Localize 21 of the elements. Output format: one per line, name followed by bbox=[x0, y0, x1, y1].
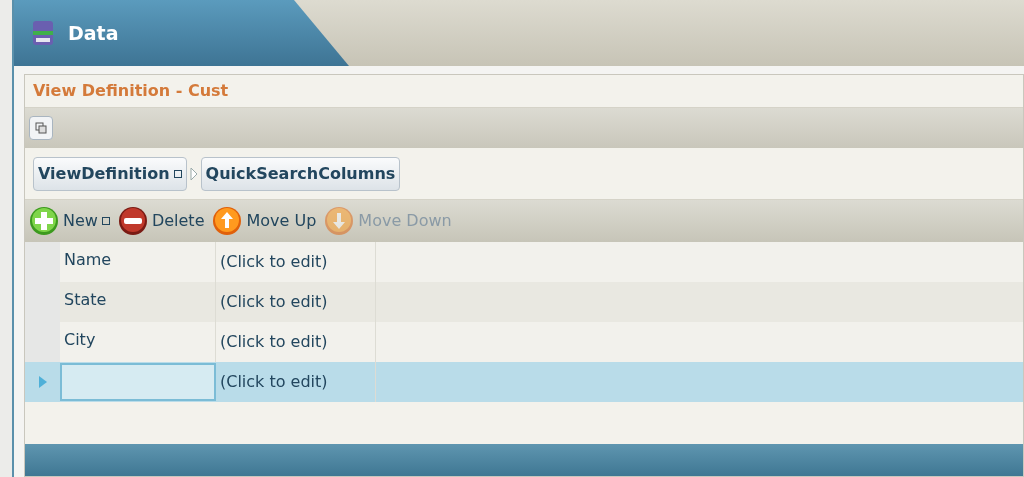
window-button[interactable] bbox=[29, 116, 53, 140]
grid-row[interactable]: State (Click to edit) bbox=[25, 282, 1023, 322]
name-field[interactable] bbox=[60, 363, 216, 401]
copy-icon bbox=[35, 122, 47, 134]
database-icon bbox=[30, 19, 56, 47]
grid-row[interactable]: (Click to edit) bbox=[25, 362, 1023, 402]
toolbar-button[interactable]: Delete bbox=[117, 206, 205, 236]
toolbar-button[interactable]: Move Up bbox=[212, 206, 317, 236]
row-header[interactable] bbox=[25, 322, 60, 362]
data-tab[interactable]: Data bbox=[14, 0, 349, 66]
row-header[interactable] bbox=[25, 242, 60, 282]
toolbar-button[interactable]: New bbox=[29, 206, 110, 236]
minus-icon bbox=[117, 206, 148, 236]
plus-icon bbox=[29, 206, 59, 236]
tab-title: Data bbox=[68, 20, 119, 46]
row-pointer-icon bbox=[38, 376, 47, 388]
breadcrumb-button[interactable]: ViewDefinition bbox=[33, 156, 187, 191]
table-cell: (Click to edit) bbox=[216, 362, 376, 402]
panel-title: View Definition - Cust bbox=[33, 80, 229, 102]
chevron-icon bbox=[188, 165, 199, 182]
breadcrumb-button[interactable]: QuickSearchColumns bbox=[200, 156, 401, 191]
